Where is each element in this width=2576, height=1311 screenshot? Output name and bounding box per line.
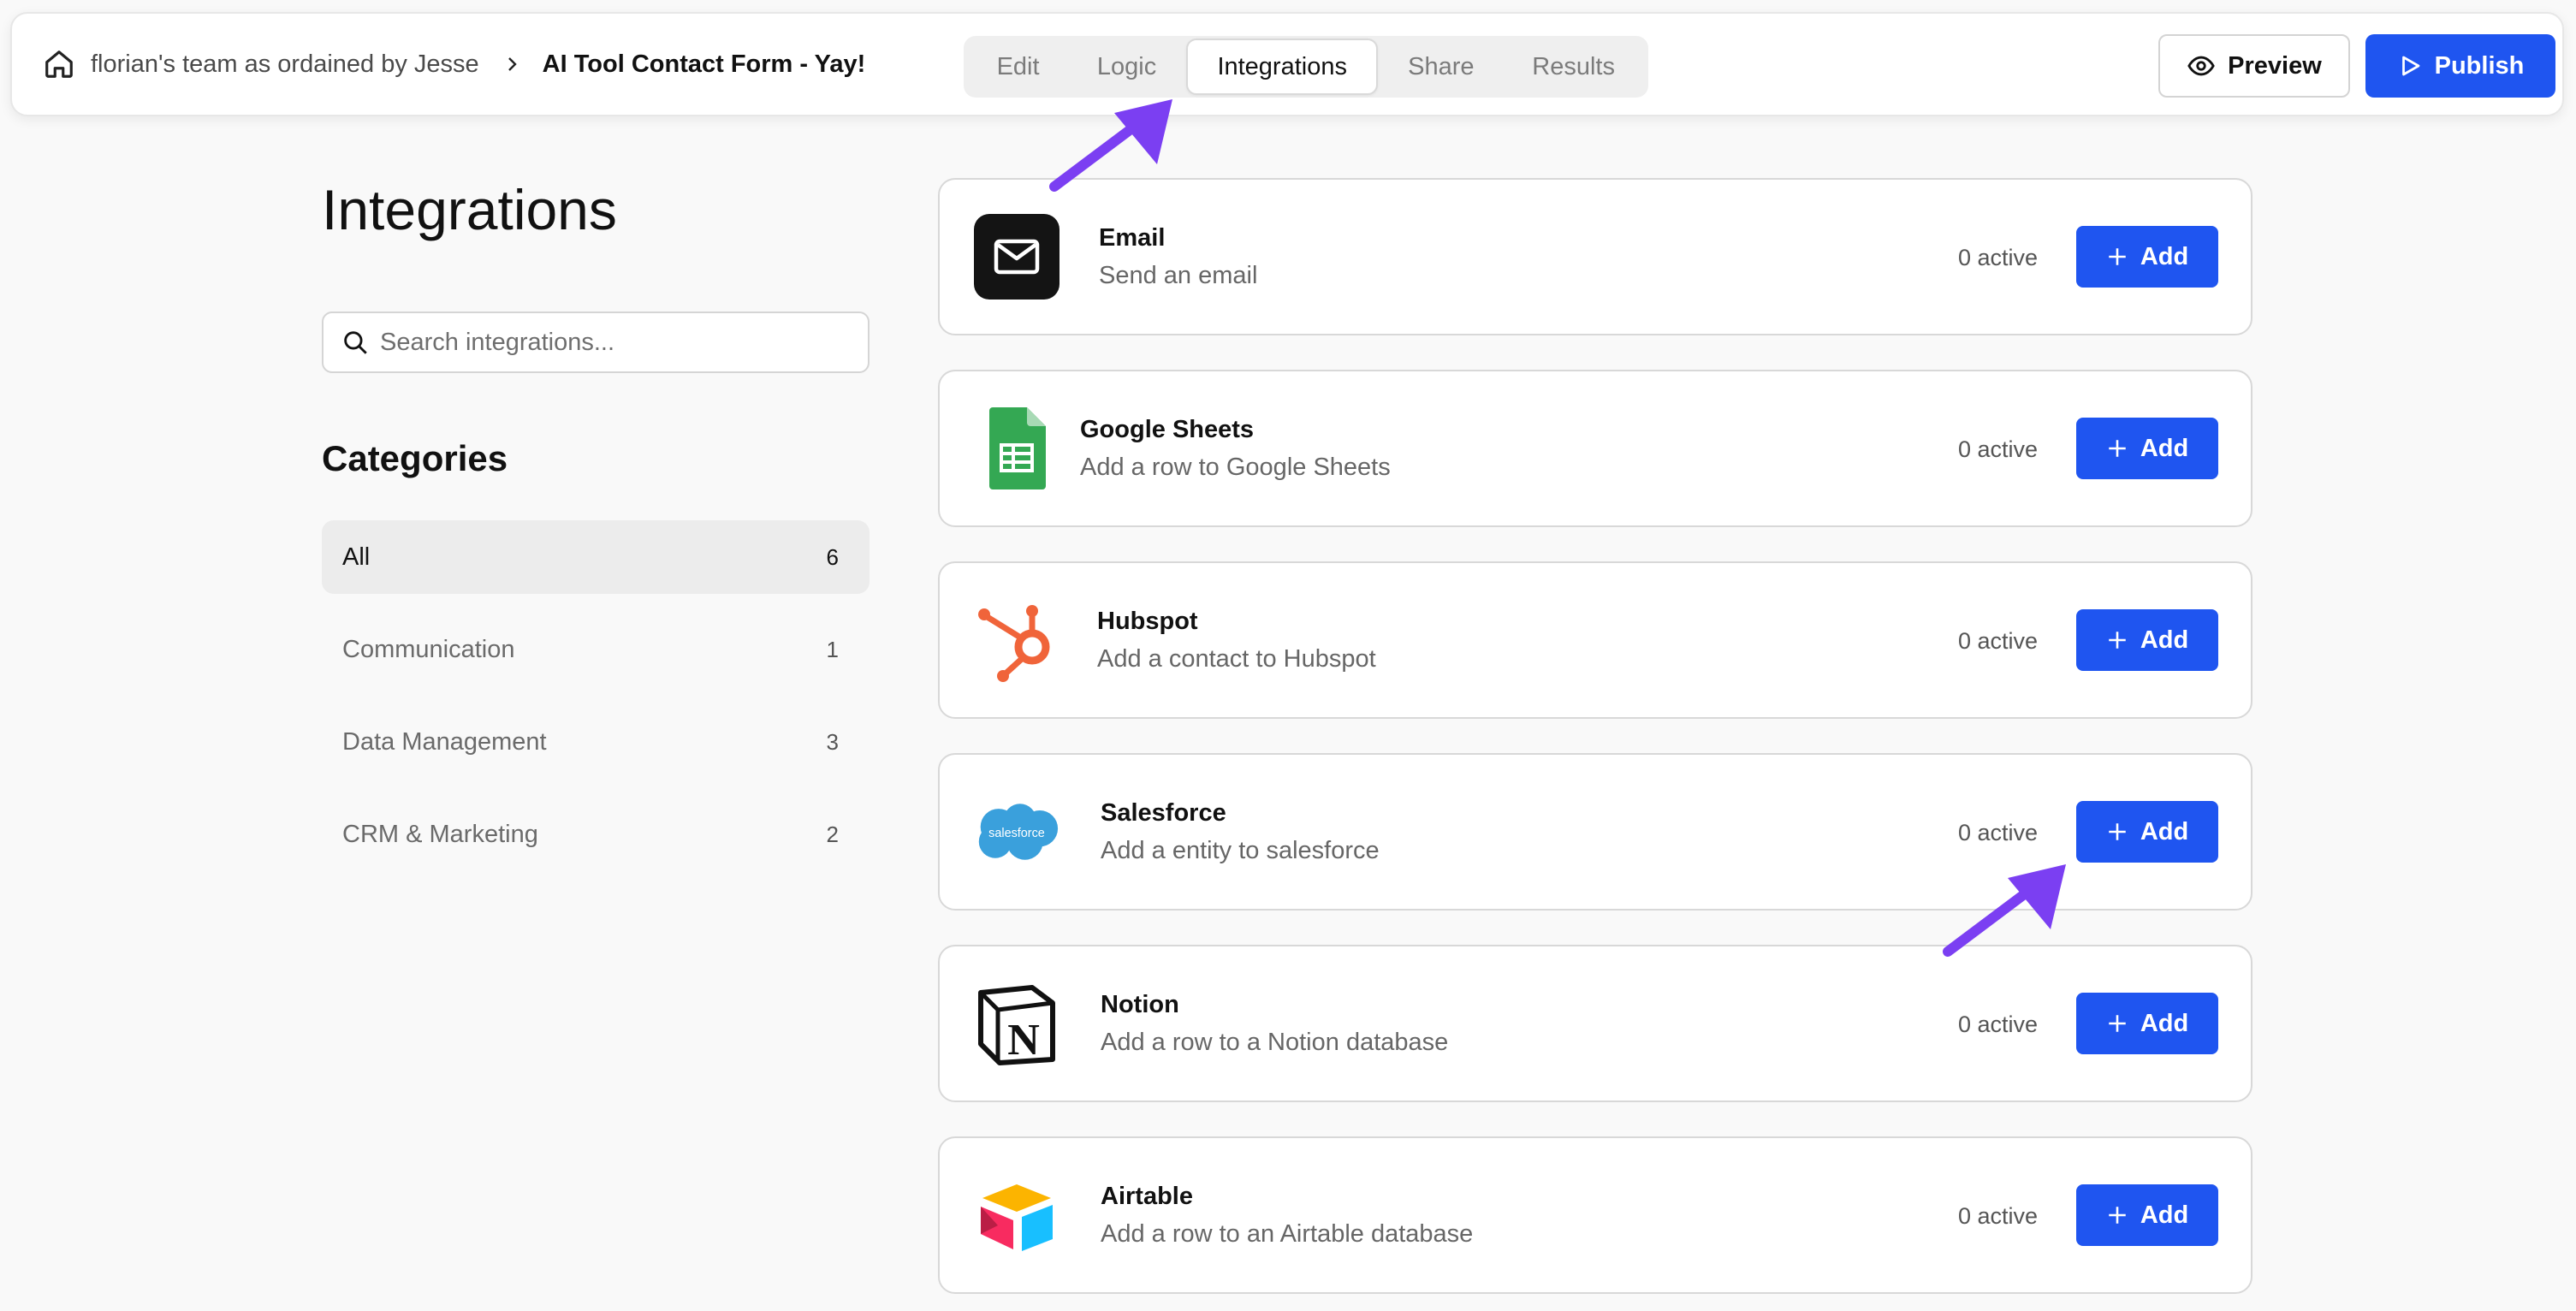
top-bar: florian's team as ordained by Jesse AI T… (10, 12, 2564, 116)
add-label: Add (2140, 626, 2189, 654)
integration-card-email: Email Send an email 0 active Add (938, 178, 2253, 335)
integration-description: Add a contact to Hubspot (1097, 645, 1376, 673)
plus-icon (2109, 440, 2126, 457)
integration-description: Add a row to Google Sheets (1080, 454, 1391, 481)
add-salesforce-button[interactable]: Add (2076, 801, 2218, 863)
category-label: Communication (342, 635, 515, 663)
category-count: 1 (826, 636, 839, 662)
integration-card-airtable: Airtable Add a row to an Airtable databa… (938, 1136, 2253, 1294)
plus-icon (2109, 632, 2126, 649)
search-input[interactable] (380, 328, 842, 357)
airtable-icon (974, 1172, 1059, 1258)
search-box[interactable] (322, 311, 870, 373)
add-notion-button[interactable]: Add (2076, 993, 2218, 1054)
category-data-management[interactable]: Data Management 3 (322, 705, 870, 779)
integration-card-notion: N Notion Add a row to a Notion database … (938, 945, 2253, 1102)
integration-status: 0 active (1958, 628, 2039, 654)
google-sheets-icon (974, 406, 1059, 491)
home-icon[interactable] (43, 48, 75, 80)
category-count: 2 (826, 821, 839, 847)
add-label: Add (2140, 817, 2189, 845)
add-google-sheets-button[interactable]: Add (2076, 418, 2218, 479)
tab-results[interactable]: Results (1504, 39, 1643, 95)
envelope-icon (974, 214, 1059, 300)
integration-description: Send an email (1099, 262, 1258, 289)
breadcrumb: florian's team as ordained by Jesse AI T… (43, 14, 865, 115)
category-crm-marketing[interactable]: CRM & Marketing 2 (322, 798, 870, 871)
integration-status: 0 active (1958, 1011, 2039, 1037)
integration-name: Google Sheets (1080, 416, 1255, 443)
notion-icon: N (974, 981, 1059, 1066)
search-icon (344, 331, 367, 354)
plus-icon (2109, 1015, 2126, 1032)
plus-icon (2109, 823, 2126, 840)
add-airtable-button[interactable]: Add (2076, 1184, 2218, 1246)
eye-icon (2187, 56, 2215, 76)
breadcrumb-team[interactable]: florian's team as ordained by Jesse (91, 50, 479, 79)
integration-name: Airtable (1101, 1183, 1193, 1210)
sidebar: Integrations Categories All 6 Communicat… (322, 171, 870, 848)
preview-label: Preview (2228, 51, 2322, 80)
salesforce-logo-text: salesforce (988, 827, 1045, 840)
breadcrumb-form-title[interactable]: AI Tool Contact Form - Yay! (543, 50, 866, 79)
salesforce-icon: salesforce (974, 789, 1059, 875)
category-label: All (342, 543, 371, 571)
plus-icon (2109, 1207, 2126, 1224)
category-count: 3 (826, 728, 839, 755)
categories-heading: Categories (322, 438, 508, 478)
integration-description: Add a row to a Notion database (1101, 1029, 1449, 1056)
chevron-right-icon (507, 57, 517, 71)
integration-name: Hubspot (1097, 608, 1198, 635)
tab-share[interactable]: Share (1378, 39, 1504, 95)
tab-edit[interactable]: Edit (969, 39, 1067, 95)
integration-card-google-sheets: Google Sheets Add a row to Google Sheets… (938, 370, 2253, 527)
plus-icon (2109, 248, 2126, 265)
integration-status: 0 active (1958, 1203, 2039, 1229)
page-title: Integrations (322, 178, 617, 241)
integration-description: Add a row to an Airtable database (1101, 1220, 1474, 1248)
integration-status: 0 active (1958, 245, 2039, 270)
publish-label: Publish (2434, 51, 2525, 80)
add-label: Add (2140, 242, 2189, 270)
add-label: Add (2140, 434, 2189, 462)
publish-button[interactable]: Publish (2365, 34, 2555, 98)
category-label: Data Management (342, 727, 547, 756)
tab-integrations[interactable]: Integrations (1186, 39, 1379, 95)
integration-description: Add a entity to salesforce (1101, 837, 1380, 864)
integration-name: Salesforce (1101, 799, 1226, 827)
annotation-arrow-icon (1049, 99, 1172, 192)
hubspot-icon (974, 597, 1059, 683)
preview-button[interactable]: Preview (2158, 34, 2350, 98)
category-label: CRM & Marketing (342, 820, 538, 848)
category-count: 6 (826, 543, 839, 570)
annotation-arrow-icon (1943, 864, 2066, 957)
play-icon (2401, 56, 2419, 76)
add-email-button[interactable]: Add (2076, 226, 2218, 288)
tab-logic[interactable]: Logic (1067, 39, 1186, 95)
add-hubspot-button[interactable]: Add (2076, 609, 2218, 671)
integration-card-hubspot: Hubspot Add a contact to Hubspot 0 activ… (938, 561, 2253, 719)
category-communication[interactable]: Communication 1 (322, 613, 870, 686)
integration-name: Notion (1101, 991, 1179, 1018)
integration-status: 0 active (1958, 820, 2039, 845)
notion-logo-text: N (1007, 1016, 1040, 1065)
add-label: Add (2140, 1009, 2189, 1037)
integration-name: Email (1099, 224, 1166, 252)
add-label: Add (2140, 1201, 2189, 1229)
integration-status: 0 active (1958, 436, 2039, 462)
editor-tabs: Edit Logic Integrations Share Results (964, 36, 1648, 98)
category-all[interactable]: All 6 (322, 520, 870, 594)
